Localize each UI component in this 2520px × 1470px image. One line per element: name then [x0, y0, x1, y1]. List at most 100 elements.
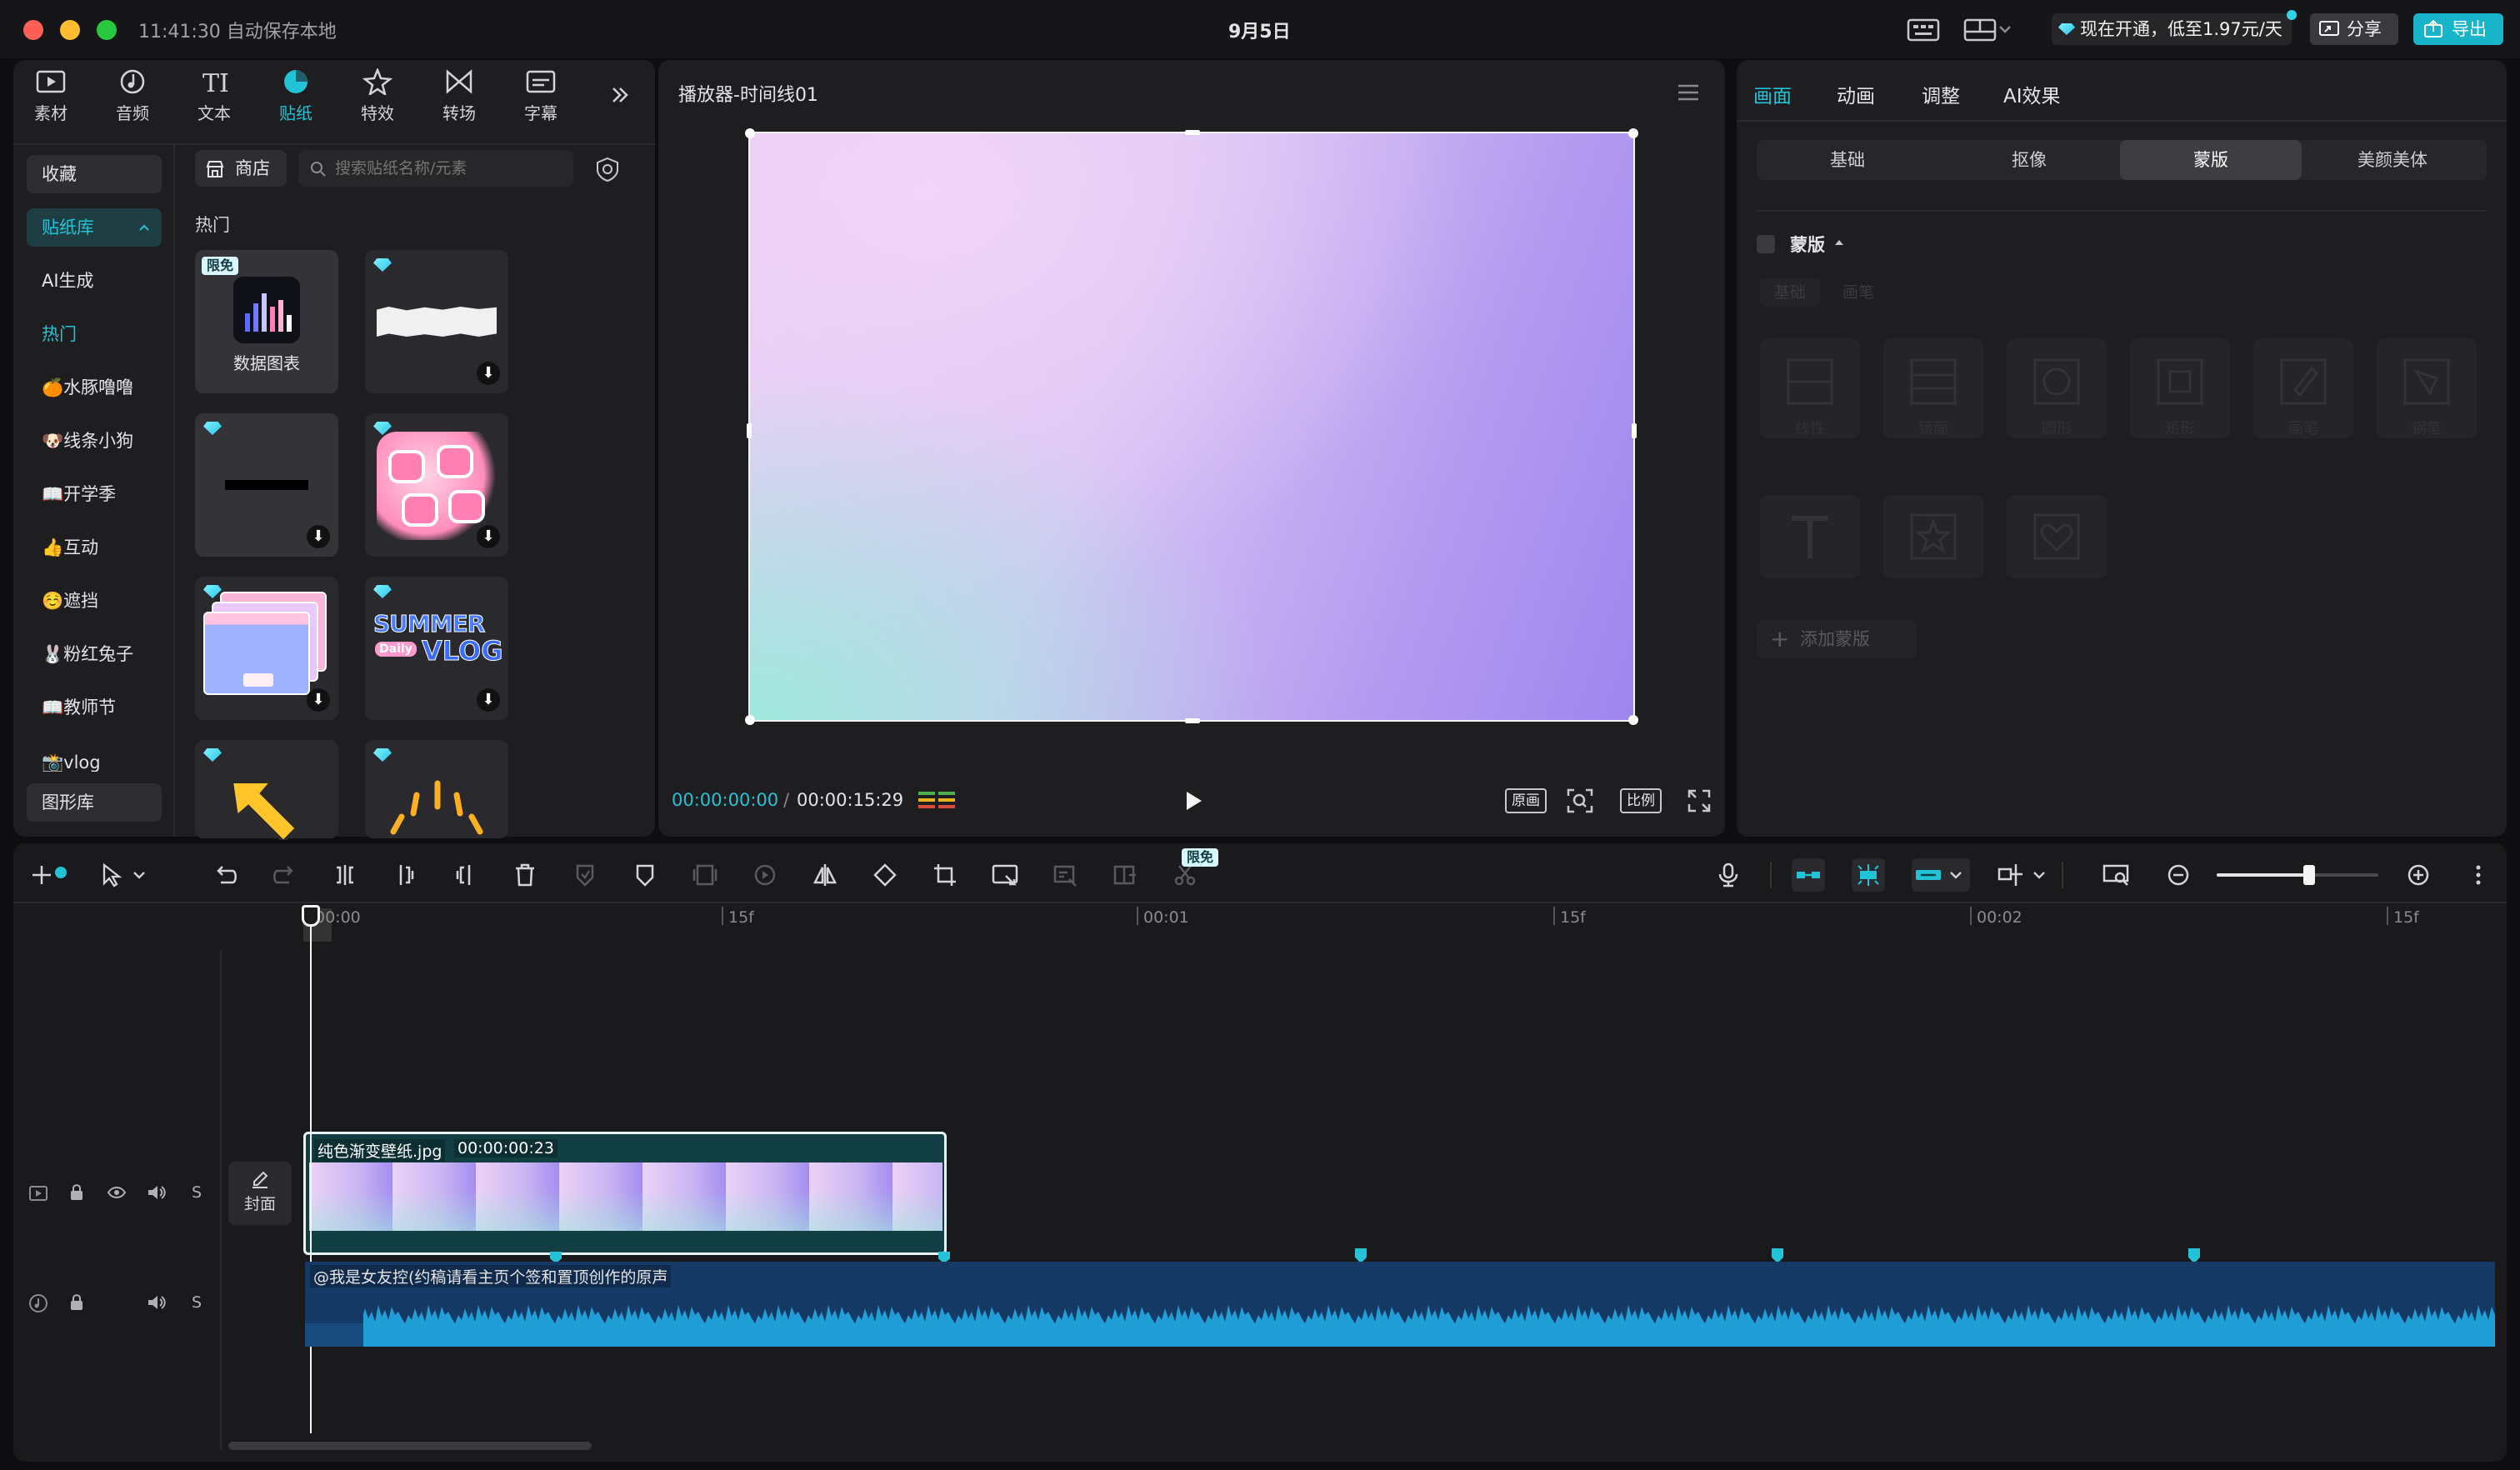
sticker-card-black-bar[interactable]: ⬇ [195, 413, 338, 557]
sidebar-item-hot[interactable]: 热门 [27, 315, 162, 353]
video-preview-canvas[interactable] [745, 128, 1638, 725]
sidebar-item-teachers-day[interactable]: 📖教师节 [27, 688, 162, 727]
export-button[interactable]: 导出 [2413, 13, 2503, 45]
split-button[interactable] [328, 858, 362, 892]
play-button[interactable] [1180, 788, 1205, 813]
sidebar-item-vlog[interactable]: 📸vlog [27, 742, 162, 772]
sticker-card-paper-strip[interactable]: ⬇ [365, 250, 508, 393]
sidebar-item-interaction[interactable]: 👍互动 [27, 528, 162, 567]
resize-handle[interactable] [745, 715, 755, 725]
main-track-magnet-toggle[interactable] [1792, 858, 1825, 892]
zoom-out-button[interactable] [2162, 858, 2195, 892]
speaker-icon[interactable] [147, 1183, 167, 1202]
cover-button[interactable]: 封面 [228, 1162, 292, 1225]
shortcut-keyboard-icon[interactable] [1907, 17, 1940, 42]
sidebar-item-cover[interactable]: ☺️遮挡 [27, 582, 162, 620]
zoom-fit-icon[interactable] [1567, 788, 1593, 813]
auto-snap-toggle[interactable] [1852, 858, 1885, 892]
undo-button[interactable] [208, 858, 242, 892]
lock-icon[interactable] [68, 1183, 85, 1202]
sticker-card-summer-pink[interactable]: ⬇ [365, 413, 508, 557]
minimize-window-button[interactable] [60, 20, 80, 40]
video-clip[interactable]: 纯色渐变壁纸.jpg 00:00:00:23 [303, 1132, 947, 1255]
resize-handle[interactable] [1628, 128, 1638, 138]
sidebar-item-shape-library[interactable]: 图形库 [27, 783, 162, 822]
add-track-button[interactable] [25, 858, 58, 892]
record-voice-button[interactable] [1712, 858, 1745, 892]
eye-icon[interactable] [107, 1185, 127, 1200]
audio-clip[interactable]: @我是女友控(约稿请看主页个签和置顶创作的原声 [305, 1262, 2495, 1347]
zoom-slider-thumb[interactable] [2303, 865, 2315, 885]
tool-audio[interactable]: 音频 [95, 68, 170, 124]
subtab-basic[interactable]: 基础 [1757, 140, 1938, 180]
subtab-mask[interactable]: 蒙版 [2120, 140, 2302, 180]
resize-handle[interactable] [1185, 130, 1200, 135]
trim-right-button[interactable] [448, 858, 482, 892]
mirror-button[interactable] [808, 858, 842, 892]
download-icon[interactable]: ⬇ [477, 525, 500, 548]
tab-ai-effects[interactable]: AI效果 [2003, 80, 2061, 108]
split-audio-button[interactable] [1108, 858, 1142, 892]
close-window-button[interactable] [23, 20, 43, 40]
vip-promo-button[interactable]: 现在开通，低至1.97元/天 [2052, 13, 2292, 45]
delete-button[interactable] [508, 858, 542, 892]
sticker-card-arrow[interactable] [195, 740, 338, 840]
crop-button[interactable] [928, 858, 962, 892]
playhead-line[interactable] [310, 925, 312, 1433]
caret-up-icon[interactable] [1833, 238, 1845, 247]
mask-checkbox[interactable] [1757, 235, 1775, 253]
tool-subtitle[interactable]: 字幕 [503, 68, 578, 124]
resize-handle[interactable] [1628, 715, 1638, 725]
zoom-in-button[interactable] [2402, 858, 2435, 892]
sidebar-item-favorites[interactable]: 收藏 [27, 155, 162, 193]
sticker-search-field[interactable] [298, 150, 573, 187]
zoom-slider[interactable] [2217, 865, 2378, 885]
playhead-handle[interactable] [302, 905, 320, 927]
sticker-card-data-chart[interactable]: 限免 数据图表 [195, 250, 338, 393]
sidebar-item-school-season[interactable]: 📖开学季 [27, 475, 162, 513]
solo-toggle[interactable]: S [192, 1183, 202, 1202]
original-quality-button[interactable]: 原画 [1505, 788, 1547, 813]
tool-media[interactable]: 素材 [13, 68, 88, 124]
sidebar-item-pink-rabbit[interactable]: 🐰粉红兔子 [27, 635, 162, 673]
marker-button[interactable] [628, 858, 662, 892]
subtab-beauty[interactable]: 美颜美体 [2302, 140, 2483, 180]
redo-button[interactable] [268, 858, 302, 892]
timeline-more-button[interactable] [2462, 858, 2495, 892]
share-button[interactable]: 分享 [2310, 13, 2398, 45]
resize-handle[interactable] [1632, 423, 1637, 438]
sticker-card-burst[interactable] [365, 740, 508, 838]
sidebar-item-capybara[interactable]: 🍊水豚噜噜 [27, 368, 162, 407]
sticker-card-summer-vlog[interactable]: SUMMER Daily VLOG ⬇ [365, 577, 508, 720]
sidebar-item-line-dog[interactable]: 🐶线条小狗 [27, 422, 162, 460]
tool-sticker[interactable]: 贴纸 [258, 68, 333, 124]
sidebar-item-ai-generate[interactable]: AI生成 [27, 262, 162, 300]
aspect-ratio-button[interactable]: 比例 [1620, 788, 1662, 813]
fit-frame-button[interactable] [988, 858, 1022, 892]
sticker-search-input[interactable] [335, 157, 560, 180]
tool-transition[interactable]: 转场 [422, 68, 497, 124]
reverse-button[interactable] [748, 858, 782, 892]
fullscreen-icon[interactable] [1687, 788, 1712, 813]
sidebar-item-sticker-library[interactable]: 贴纸库 [27, 208, 162, 247]
trim-left-button[interactable] [388, 858, 422, 892]
preview-axis-dropdown[interactable] [1995, 858, 2053, 892]
freeze-button[interactable] [688, 858, 722, 892]
download-icon[interactable]: ⬇ [477, 688, 500, 712]
resize-handle[interactable] [747, 423, 752, 438]
resize-handle[interactable] [1185, 718, 1200, 723]
tool-text[interactable]: TI 文本 [177, 68, 252, 124]
rotate-button[interactable] [868, 858, 902, 892]
tab-adjust[interactable]: 调整 [1922, 80, 1960, 108]
maximize-window-button[interactable] [97, 20, 117, 40]
select-tool-dropdown[interactable] [92, 858, 158, 892]
download-icon[interactable]: ⬇ [477, 362, 500, 385]
player-menu-icon[interactable] [1677, 83, 1700, 102]
linkage-toggle-dropdown[interactable] [1912, 858, 1970, 892]
download-icon[interactable]: ⬇ [307, 688, 330, 712]
store-button[interactable]: 商店 [195, 150, 287, 187]
speaker-icon[interactable] [147, 1293, 167, 1312]
tab-picture[interactable]: 画面 [1753, 80, 1792, 108]
tool-effects[interactable]: 特效 [340, 68, 415, 124]
sticker-card-windows[interactable]: ⬇ [195, 577, 338, 720]
